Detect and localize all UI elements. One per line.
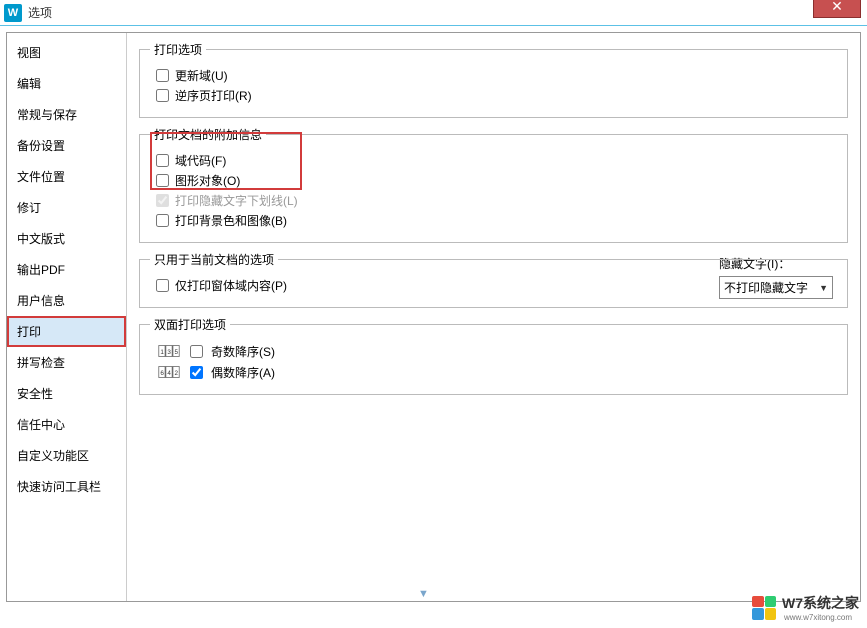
watermark-text-wrap: W7系统之家 www.w7xitong.com (782, 593, 859, 622)
sidebar-item-customize-ribbon[interactable]: 自定义功能区 (7, 440, 126, 471)
sidebar-item-security[interactable]: 安全性 (7, 378, 126, 409)
checkbox-even-desc[interactable] (190, 366, 203, 379)
sidebar: 视图 编辑 常规与保存 备份设置 文件位置 修订 中文版式 输出PDF 用户信息… (7, 33, 127, 601)
opt-graphic-objects: 图形对象(O) (156, 172, 837, 189)
watermark-main-text: W7系统之家 (782, 595, 859, 611)
sidebar-item-file-location[interactable]: 文件位置 (7, 161, 126, 192)
svg-text:6: 6 (160, 370, 164, 377)
main-panel: 打印选项 更新域(U) 逆序页打印(R) 打印文档的附加信息 域代码(F) 图形… (127, 33, 860, 601)
svg-text:5: 5 (175, 349, 179, 356)
opt-update-fields: 更新域(U) (156, 67, 837, 84)
close-button[interactable]: ✕ (813, 0, 861, 18)
group-current-doc-legend: 只用于当前文档的选项 (150, 251, 278, 268)
sidebar-item-chinese-layout[interactable]: 中文版式 (7, 223, 126, 254)
dialog-body: 视图 编辑 常规与保存 备份设置 文件位置 修订 中文版式 输出PDF 用户信息… (6, 32, 861, 602)
sidebar-item-backup[interactable]: 备份设置 (7, 130, 126, 161)
opt-hidden-underline: 打印隐藏文字下划线(L) (156, 192, 837, 209)
checkbox-reverse-order[interactable] (156, 89, 169, 102)
even-pages-icon: 642 (156, 363, 182, 381)
checkbox-hidden-underline (156, 194, 169, 207)
opt-print-background: 打印背景色和图像(B) (156, 212, 837, 229)
opt-odd-desc: 135 奇数降序(S) (156, 342, 837, 360)
group-print-options: 打印选项 更新域(U) 逆序页打印(R) (139, 41, 848, 118)
checkbox-print-background[interactable] (156, 214, 169, 227)
label-odd-desc: 奇数降序(S) (211, 343, 275, 360)
label-even-desc: 偶数降序(A) (211, 364, 275, 381)
svg-text:2: 2 (175, 370, 179, 377)
svg-text:1: 1 (160, 349, 164, 356)
sidebar-item-quick-access[interactable]: 快速访问工具栏 (7, 471, 126, 502)
window-title: 选项 (28, 4, 52, 21)
label-field-codes: 域代码(F) (175, 152, 226, 169)
sidebar-item-view[interactable]: 视图 (7, 37, 126, 68)
checkbox-form-fields-only[interactable] (156, 279, 169, 292)
watermark: W7系统之家 www.w7xitong.com (752, 593, 859, 622)
group-duplex-legend: 双面打印选项 (150, 316, 230, 333)
group-doc-info-legend: 打印文档的附加信息 (150, 126, 266, 143)
checkbox-odd-desc[interactable] (190, 345, 203, 358)
sidebar-item-general-save[interactable]: 常规与保存 (7, 99, 126, 130)
label-hidden-underline: 打印隐藏文字下划线(L) (175, 192, 298, 209)
watermark-sub-text: www.w7xitong.com (784, 613, 859, 622)
odd-pages-icon: 135 (156, 342, 182, 360)
sidebar-item-print[interactable]: 打印 (7, 316, 126, 347)
label-print-background: 打印背景色和图像(B) (175, 212, 287, 229)
group-current-doc: 只用于当前文档的选项 仅打印窗体域内容(P) (139, 251, 848, 308)
opt-reverse-order: 逆序页打印(R) (156, 87, 837, 104)
opt-form-fields-only: 仅打印窗体域内容(P) (156, 277, 837, 294)
checkbox-update-fields[interactable] (156, 69, 169, 82)
label-update-fields: 更新域(U) (175, 67, 228, 84)
group-duplex: 双面打印选项 135 奇数降序(S) 642 偶数降序(A) (139, 316, 848, 395)
close-icon: ✕ (831, 0, 843, 15)
sidebar-item-spell-check[interactable]: 拼写检查 (7, 347, 126, 378)
label-reverse-order: 逆序页打印(R) (175, 87, 252, 104)
watermark-logo-icon (752, 596, 776, 620)
group-doc-info: 打印文档的附加信息 域代码(F) 图形对象(O) 打印隐藏文字下划线(L) 打印… (139, 126, 848, 243)
sidebar-item-edit[interactable]: 编辑 (7, 68, 126, 99)
scroll-down-icon: ▼ (418, 588, 429, 600)
titlebar: W 选项 ✕ (0, 0, 867, 26)
opt-even-desc: 642 偶数降序(A) (156, 363, 837, 381)
sidebar-item-user-info[interactable]: 用户信息 (7, 285, 126, 316)
opt-field-codes: 域代码(F) (156, 152, 837, 169)
app-icon: W (4, 4, 22, 22)
group-print-options-legend: 打印选项 (150, 41, 206, 58)
svg-text:4: 4 (167, 370, 171, 377)
label-form-fields-only: 仅打印窗体域内容(P) (175, 277, 287, 294)
checkbox-field-codes[interactable] (156, 154, 169, 167)
label-graphic-objects: 图形对象(O) (175, 172, 240, 189)
svg-text:3: 3 (167, 349, 171, 356)
sidebar-item-trust-center[interactable]: 信任中心 (7, 409, 126, 440)
sidebar-item-revision[interactable]: 修订 (7, 192, 126, 223)
checkbox-graphic-objects[interactable] (156, 174, 169, 187)
sidebar-item-output-pdf[interactable]: 输出PDF (7, 254, 126, 285)
